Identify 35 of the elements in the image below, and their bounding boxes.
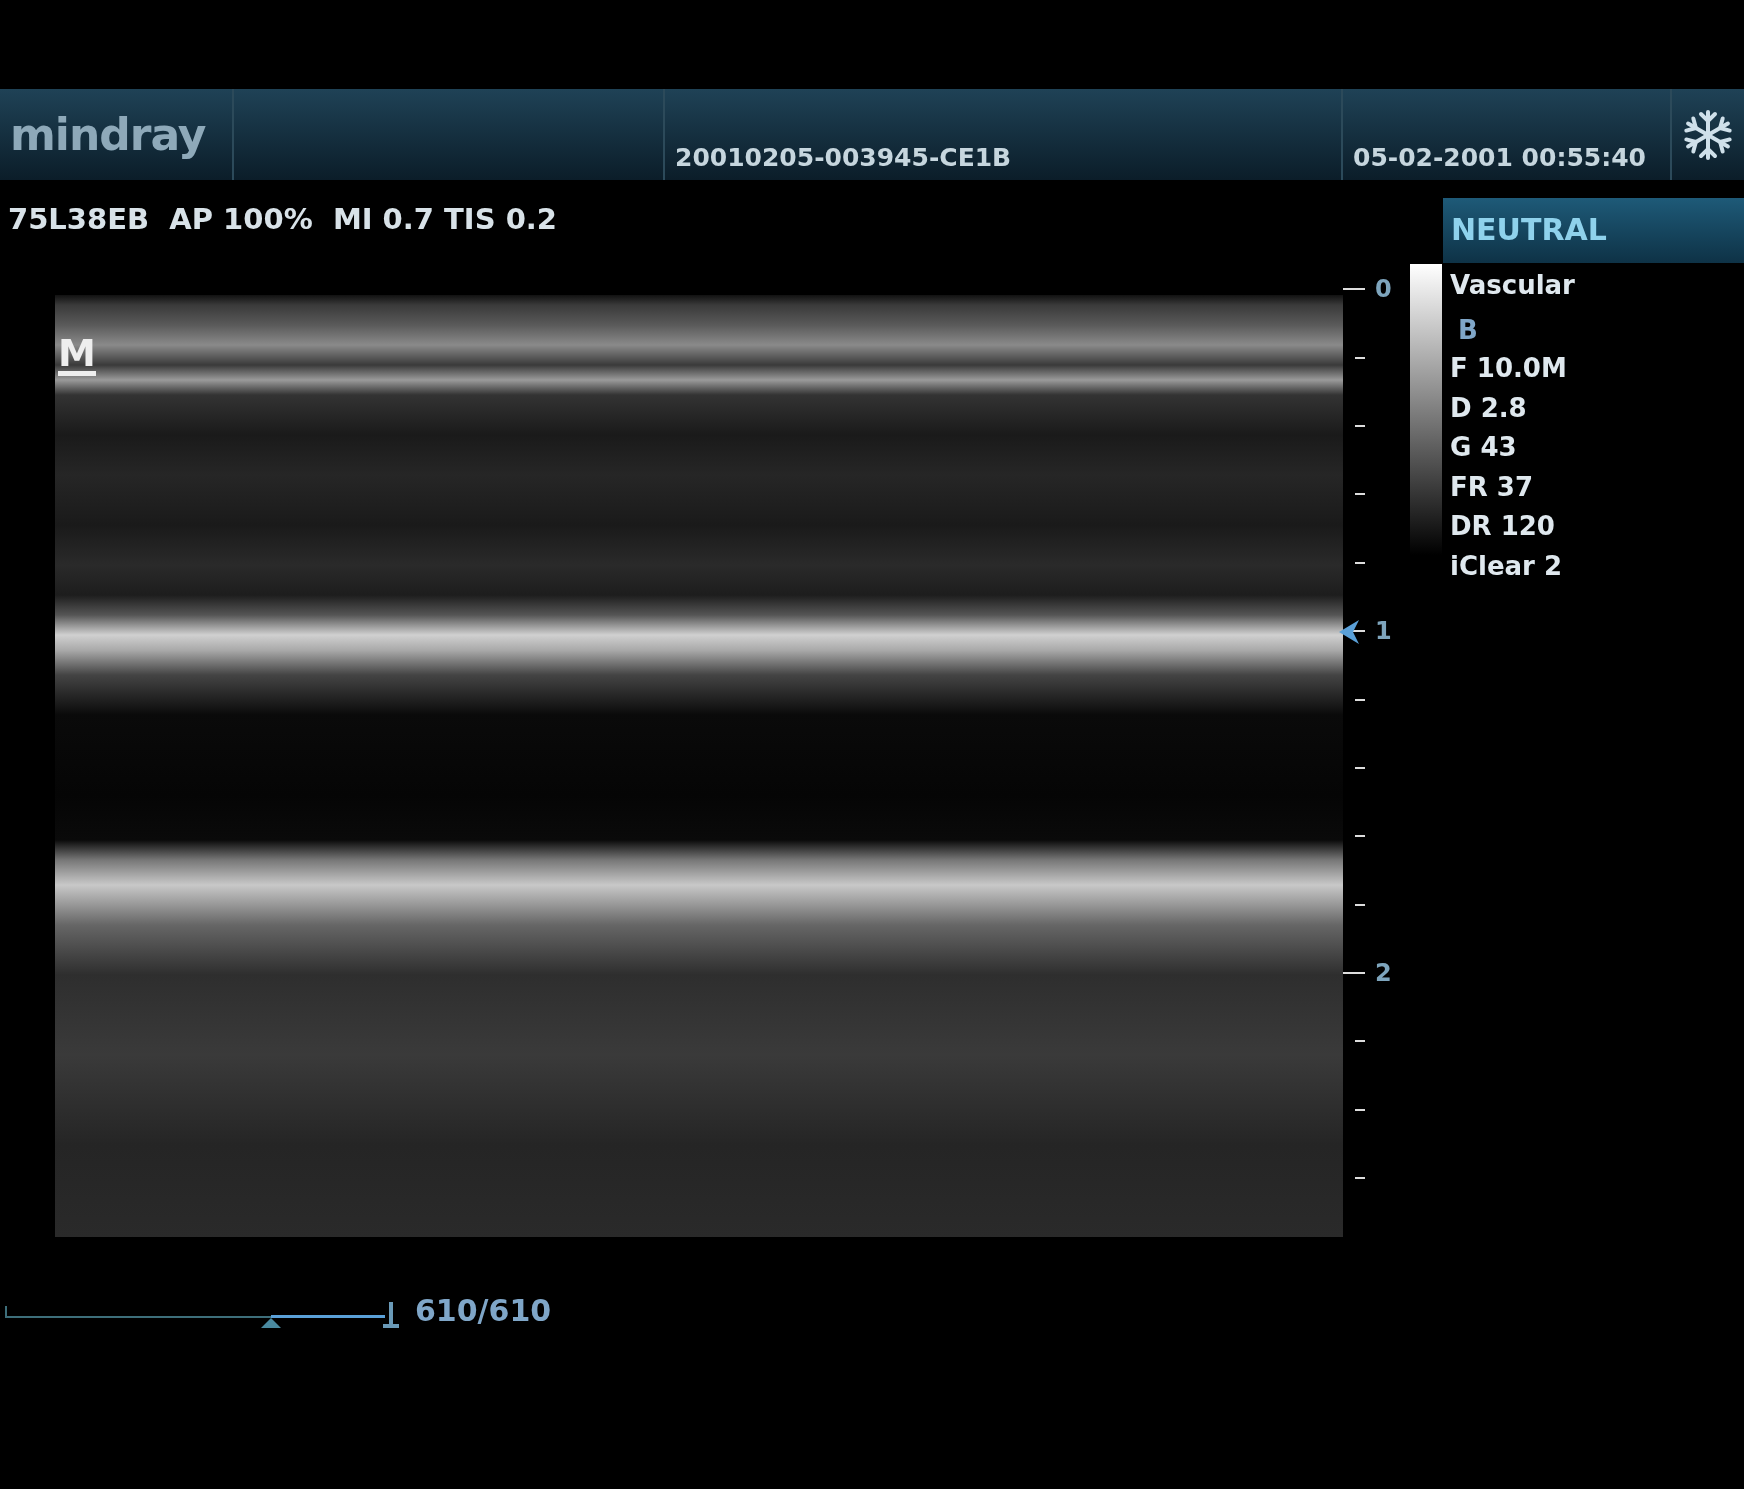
parameter-readout: F 10.0M — [1450, 353, 1568, 385]
end-marker-icon — [381, 1301, 399, 1328]
parameter-readout: G 43 — [1450, 432, 1518, 464]
orientation-mark: M — [58, 335, 96, 376]
parameter-readout: FR 37 — [1450, 471, 1534, 504]
brand-logo: mindray — [10, 109, 206, 160]
depth-label: 0 — [1375, 275, 1392, 304]
depth-label: 1 — [1375, 617, 1392, 646]
depth-tick — [1355, 1108, 1365, 1111]
snowflake-icon — [1682, 108, 1734, 161]
depth-tick — [1355, 493, 1365, 496]
depth-tick — [1343, 288, 1365, 291]
focus-marker-icon — [1339, 619, 1361, 644]
freeze-button[interactable] — [1672, 89, 1744, 180]
frame-counter: 610/610 — [415, 1293, 552, 1328]
preset-name: Vascular — [1450, 270, 1575, 302]
parameter-readout: iClear 2 — [1450, 550, 1564, 583]
preset-header: NEUTRAL — [1443, 198, 1744, 263]
depth-tick — [1355, 698, 1365, 701]
depth-tick — [1355, 903, 1365, 906]
depth-label: 2 — [1375, 959, 1392, 988]
depth-tick — [1355, 561, 1365, 564]
parameter-readout: DR 120 — [1450, 511, 1556, 543]
mode-label: B — [1457, 315, 1479, 347]
parameter-readout: D 2.8 — [1450, 392, 1528, 425]
exam-id: 20010205-003945-CE1B — [675, 143, 1012, 172]
depth-tick — [1355, 1040, 1365, 1043]
depth-tick — [1343, 972, 1365, 975]
date-time: 05-02-2001 00:55:40 — [1353, 143, 1646, 172]
depth-tick — [1355, 424, 1365, 427]
depth-tick — [1355, 356, 1365, 359]
depth-tick — [1355, 1177, 1365, 1180]
depth-tick — [1355, 835, 1365, 838]
depth-tick — [1355, 766, 1365, 769]
probe-info: 75L38EB AP 100% MI 0.7 TIS 0.2 — [8, 202, 558, 236]
